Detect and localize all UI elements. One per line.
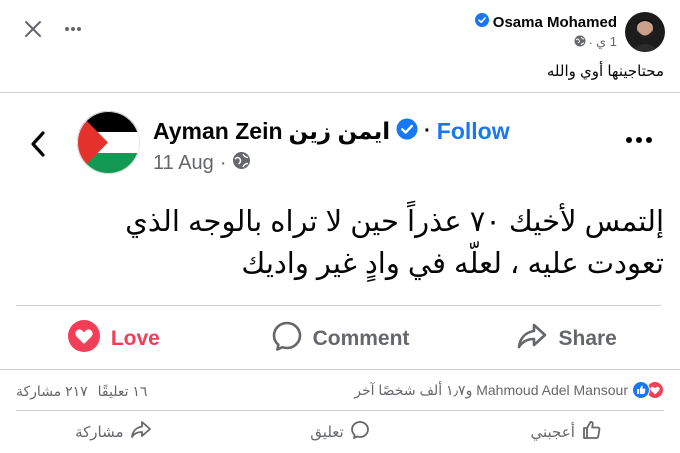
dot-separator: · — [219, 152, 227, 174]
comment-icon — [271, 320, 303, 358]
more-options-icon[interactable] — [62, 18, 84, 40]
share-action-button[interactable]: مشاركة — [0, 414, 227, 450]
love-button[interactable]: Love — [0, 317, 227, 361]
love-label: Love — [110, 327, 160, 350]
shared-author-name-ar[interactable]: ايمن زين — [289, 118, 391, 145]
comment-action-button[interactable]: تعليق — [227, 414, 454, 450]
engagement-counts: ١٦ تعليقًا ٢١٧ مشاركة — [16, 383, 147, 400]
share-label: Share — [558, 327, 617, 350]
shared-post-text: إلتمس لأخيك ٧٠ عذراً حين لا تراه بالوجه … — [24, 201, 664, 285]
verified-badge-icon — [474, 13, 489, 32]
post-action-bar: مشاركة تعليق أعجبني — [0, 414, 680, 450]
outer-post-header: Osama Mohamed 1 ي · محتاجينها أوي والله — [0, 0, 680, 92]
comment-icon — [350, 420, 370, 444]
comment-action-label: تعليق — [310, 424, 344, 441]
share-button[interactable]: Share — [453, 317, 680, 361]
shared-author-avatar[interactable] — [77, 111, 140, 174]
divider — [16, 305, 661, 306]
more-options-icon[interactable] — [624, 133, 654, 147]
comment-count[interactable]: ١٦ تعليقًا — [98, 383, 148, 400]
close-icon[interactable] — [22, 18, 44, 40]
post-time[interactable]: 1 ي — [596, 34, 617, 50]
shared-post-date[interactable]: 11 Aug — [153, 152, 214, 175]
verified-badge-icon — [396, 118, 418, 145]
share-action-label: مشاركة — [75, 424, 124, 441]
divider — [16, 410, 664, 411]
dot-separator: · — [424, 120, 431, 142]
shared-post-card: Ayman Zein ايمن زين · Follow 11 Aug · إل… — [0, 92, 680, 370]
comment-button[interactable]: Comment — [227, 317, 454, 361]
like-action-label: أعجبني — [530, 424, 575, 441]
author-name[interactable]: Osama Mohamed — [493, 14, 617, 31]
share-count[interactable]: ٢١٧ مشاركة — [16, 383, 88, 400]
share-icon — [516, 320, 548, 358]
post-text: محتاجينها أوي والله — [546, 63, 664, 80]
follow-button[interactable]: Follow — [437, 118, 510, 145]
globe-icon — [574, 35, 586, 50]
author-row: Osama Mohamed — [474, 13, 617, 32]
globe-icon — [232, 151, 251, 176]
reactions-row[interactable]: Mahmoud Adel Mansour و١٫٧ ألف شخصًا آخر — [354, 381, 664, 399]
shared-post-meta: 11 Aug · — [153, 151, 251, 176]
chevron-left-icon[interactable] — [26, 129, 50, 159]
like-action-button[interactable]: أعجبني — [453, 414, 680, 450]
heart-icon — [67, 319, 101, 359]
shared-author-row: Ayman Zein ايمن زين · Follow — [153, 118, 510, 145]
shared-post-text-line-1: إلتمس لأخيك ٧٠ عذراً حين لا تراه بالوجه … — [125, 206, 664, 238]
reactors-text: Mahmoud Adel Mansour و١٫٧ ألف شخصًا آخر — [354, 381, 628, 398]
shared-post-text-line-2: تعودت عليه ، لعلّه في وادٍ غير واديك — [241, 248, 664, 280]
reaction-icons — [632, 381, 664, 399]
reactions-summary: ١٦ تعليقًا ٢١٧ مشاركة Mahmoud Adel Manso… — [0, 378, 680, 406]
thumbs-up-icon — [581, 419, 603, 445]
like-icon — [632, 381, 650, 399]
share-icon — [130, 420, 152, 444]
dot-separator: · — [588, 34, 593, 50]
comment-label: Comment — [312, 327, 410, 350]
avatar[interactable] — [625, 12, 665, 52]
shared-post-actions: Love Comment Share — [0, 317, 680, 361]
post-meta: 1 ي · — [574, 34, 617, 50]
outer-post-actions — [22, 18, 84, 40]
shared-author-name[interactable]: Ayman Zein — [153, 118, 283, 145]
